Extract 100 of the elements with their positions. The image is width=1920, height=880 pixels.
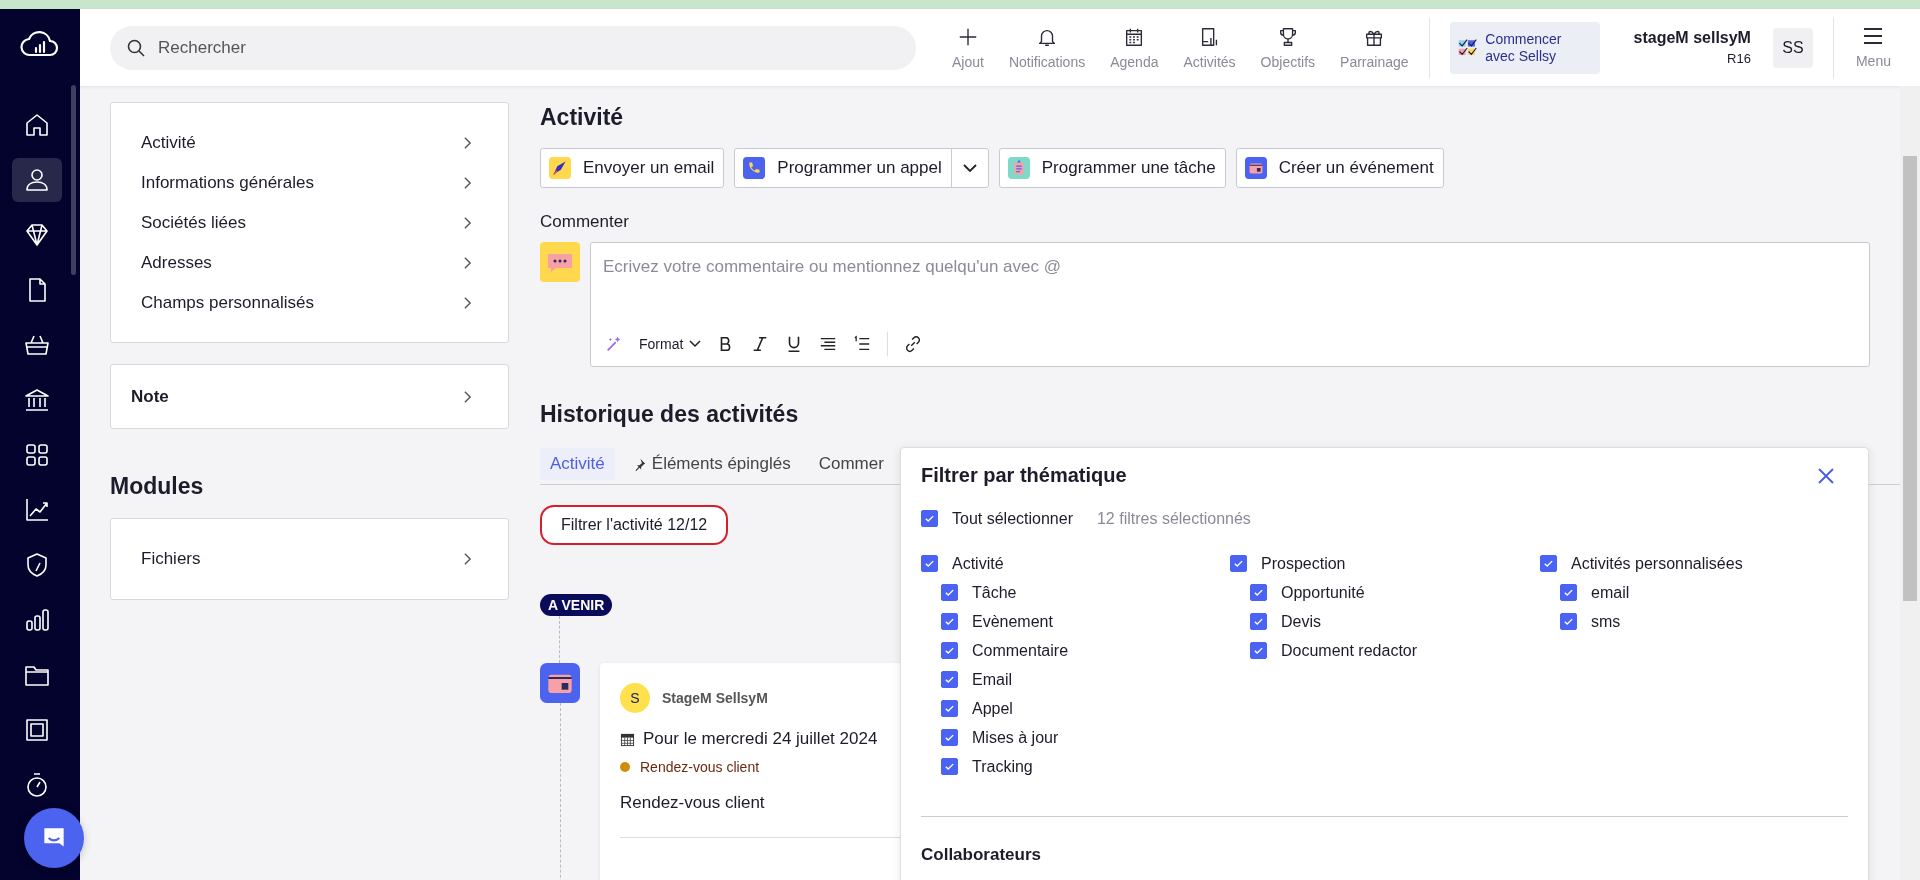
search-field[interactable]: Rechercher [110,25,916,70]
checkbox-label: Commentaire [972,641,1069,660]
toolbar-button[interactable]: Parrainage [1340,25,1409,70]
chevron-right-icon [463,296,472,310]
chevron-right-icon [463,389,472,404]
checkbox-label: Opportunité [1281,583,1365,602]
checkbox[interactable] [1230,555,1247,572]
checkbox-label: Tracking [972,757,1033,776]
user-code: R16 [1727,51,1751,66]
checkmark-icon [1563,616,1574,627]
home-icon[interactable] [23,111,51,139]
module-link[interactable]: Fichiers [111,539,508,579]
checkbox[interactable] [1540,555,1557,572]
caret-icon [689,340,702,348]
menu-button[interactable]: Menu [1855,26,1891,69]
onboarding-button[interactable]: Commencer avec Sellsy [1449,21,1600,74]
checkbox[interactable] [1250,642,1267,659]
tab[interactable]: Commer [808,448,894,480]
speech-bubble-icon [540,242,580,282]
checkbox[interactable] [941,642,958,659]
section-link[interactable]: Informations générales [111,163,508,203]
event-title: Rendez-vous client [620,793,765,813]
stamp-icon[interactable] [23,716,51,744]
grid-icon[interactable] [23,441,51,469]
toolbar-button[interactable]: Agenda [1110,25,1159,70]
search-icon [126,37,146,58]
section-title: Collaborateurs [921,845,1042,865]
action-button[interactable]: Créer un événement [1235,148,1444,188]
checkbox[interactable] [941,729,958,746]
align-icon[interactable] [819,335,838,353]
user-name: stageM sellsyM [1633,29,1751,47]
filter-count: 12 filtres sélectionnés [1096,509,1251,528]
filter-button[interactable]: Filtrer l'activité 12/12 [540,505,729,545]
checkbox[interactable] [941,671,958,688]
close-icon[interactable] [1816,465,1836,486]
checkbox[interactable] [941,584,958,601]
checkbox-label: Tâche [972,583,1017,602]
comment-field[interactable]: Ecrivez votre commentaire ou mentionnez quelqu'un avec @ Format [590,242,1870,367]
event-tag: Rendez-vous client [640,759,760,775]
checkbox-label: Email [972,670,1012,689]
checkbox[interactable] [921,555,938,572]
checkbox-label: Prospection [1261,554,1346,573]
action-button[interactable]: Programmer un appel [734,148,989,188]
section-title: Historique des activités [540,401,800,428]
calendar-icon [540,663,580,703]
bar-chart-icon[interactable] [23,606,51,634]
note-link[interactable]: Note [111,376,508,417]
checkmark-icon [944,674,955,685]
user-avatar[interactable]: SS [1772,27,1813,68]
toolbar-button[interactable]: Objectifs [1260,25,1316,70]
chevron-right-icon [463,136,472,150]
line-chart-icon[interactable] [23,496,51,524]
toolbar-button[interactable]: Notifications [1008,25,1086,70]
link-icon[interactable] [904,335,923,353]
tab[interactable]: Activité [540,448,615,480]
timeline-badge: A VENIR [540,594,613,616]
checkbox[interactable] [941,613,958,630]
checkbox[interactable] [1560,613,1577,630]
section-link[interactable]: Adresses [111,243,508,283]
checkbox[interactable] [921,510,938,527]
checkbox[interactable] [941,758,958,775]
checkmark-icon [944,616,955,627]
checkmark-icon [924,558,935,569]
checkmark-icon [944,703,955,714]
checkmark-icon [1253,616,1264,627]
caret-icon [961,163,978,173]
checkbox[interactable] [941,700,958,717]
cloud-chart-logo[interactable] [20,29,60,59]
toolbar-button[interactable]: Ajout [952,25,984,70]
toolbar-button[interactable]: Activités [1183,25,1236,70]
field-label: Commenter [540,212,630,232]
magic-wand-icon[interactable] [605,335,623,353]
person-icon[interactable] [23,166,51,194]
author-name: StageM SellsyM [662,690,768,706]
nav-item[interactable] [12,158,62,202]
menu-icon [1862,26,1885,45]
numbered-list-icon[interactable] [853,335,872,353]
checkbox[interactable] [1560,584,1577,601]
checkmark-icon [944,732,955,743]
chat-button[interactable] [24,808,84,868]
tab[interactable]: Éléments épinglés [622,448,801,480]
checkmark-icon [1563,587,1574,598]
bank-icon[interactable] [23,386,51,414]
checkbox[interactable] [1250,613,1267,630]
format-dropdown[interactable]: Format [639,336,702,352]
action-button[interactable]: Programmer une tâche [998,148,1226,188]
section-link[interactable]: Activité [111,123,508,163]
action-button[interactable]: Envoyer un email [540,148,725,188]
scrollbar[interactable] [1900,86,1920,880]
diamond-icon[interactable] [23,221,51,249]
checkbox[interactable] [1250,584,1267,601]
checkbox-label: Devis [1281,612,1321,631]
scrollbar[interactable] [71,85,76,275]
chevron-right-icon [463,552,472,566]
calendar-icon [1244,157,1267,179]
checkbox-label: Mises à jour [972,728,1059,747]
section-link[interactable]: Champs personnalisés [111,283,508,323]
checkbox-label: Activité [952,554,1004,573]
paper-plane-icon [549,157,571,179]
section-link[interactable]: Sociétés liées [111,203,508,243]
